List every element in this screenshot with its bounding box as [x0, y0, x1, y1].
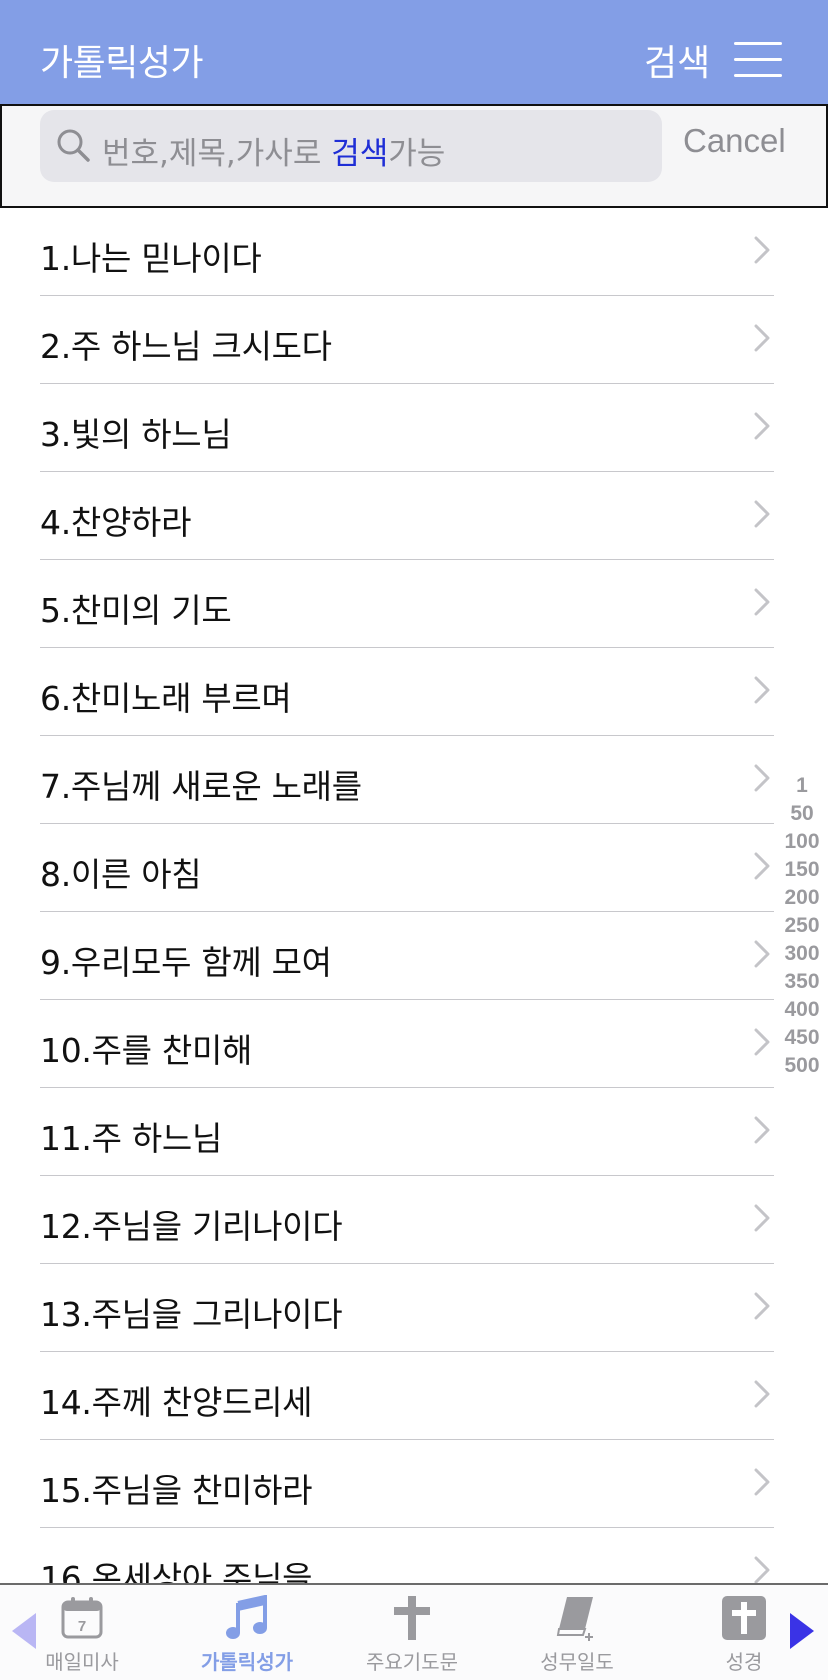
- search-input[interactable]: 번호,제목,가사로 검색가능: [40, 110, 662, 182]
- song-list-item[interactable]: 12.주님을 기리나이다: [0, 1176, 828, 1264]
- song-list-item[interactable]: 10.주를 찬미해: [0, 1000, 828, 1088]
- song-list-item[interactable]: 13.주님을 그리나이다: [0, 1264, 828, 1352]
- section-index-item[interactable]: 250: [780, 912, 824, 940]
- song-list-item[interactable]: 5.찬미의 기도: [0, 560, 828, 648]
- song-title: 4.찬양하라: [40, 503, 192, 542]
- song-list-item[interactable]: 4.찬양하라: [0, 472, 828, 560]
- song-title: 1.나는 믿나이다: [40, 239, 262, 278]
- song-list-item[interactable]: 15.주님을 찬미하라: [0, 1440, 828, 1528]
- song-list-item[interactable]: 9.우리모두 함께 모여: [0, 912, 828, 1000]
- section-index-item[interactable]: 450: [780, 1024, 824, 1052]
- app-title: 가톨릭성가: [40, 43, 204, 84]
- chevron-right-icon: [754, 1556, 770, 1583]
- hamburger-menu-icon[interactable]: [734, 40, 782, 80]
- song-title: 7.주님께 새로운 노래를: [40, 767, 362, 806]
- song-title: 6.찬미노래 부르며: [40, 679, 292, 718]
- chevron-right-icon: [754, 1204, 770, 1232]
- song-title: 5.찬미의 기도: [40, 591, 232, 630]
- chevron-right-icon: [754, 676, 770, 704]
- scroll-right-arrow-icon[interactable]: [790, 1613, 814, 1649]
- song-title: 16.온세상아 주님을: [40, 1559, 313, 1583]
- music-note-icon: [226, 1595, 267, 1639]
- placeholder-text-end: 가능: [388, 136, 446, 172]
- tab-label: 매일미사: [45, 1650, 119, 1674]
- section-index-item[interactable]: 200: [780, 884, 824, 912]
- song-list-item[interactable]: 14.주께 찬양드리세: [0, 1352, 828, 1440]
- song-title: 10.주를 찬미해: [40, 1031, 253, 1070]
- chevron-right-icon: [754, 500, 770, 528]
- tab-label: 가톨릭성가: [201, 1650, 293, 1674]
- song-title: 12.주님을 기리나이다: [40, 1207, 343, 1246]
- section-index-item[interactable]: 50: [780, 800, 824, 828]
- tab-label: 성경: [725, 1650, 763, 1674]
- song-title: 9.우리모두 함께 모여: [40, 943, 332, 982]
- chevron-right-icon: [754, 764, 770, 792]
- section-index-item[interactable]: 300: [780, 940, 824, 968]
- search-button[interactable]: 검색: [644, 34, 710, 86]
- search-bar: 번호,제목,가사로 검색가능 Cancel: [0, 104, 828, 208]
- song-list-item[interactable]: 1.나는 믿나이다: [0, 208, 828, 296]
- cancel-button[interactable]: Cancel: [683, 122, 786, 160]
- section-index[interactable]: 1 50 100 150 200 250 300 350 400 450 500: [780, 772, 824, 1080]
- top-navigation-bar: 가톨릭성가 검색: [0, 0, 828, 105]
- song-title: 13.주님을 그리나이다: [40, 1295, 343, 1334]
- tab-label: 주요기도문: [366, 1650, 458, 1674]
- cross-icon: [394, 1596, 430, 1640]
- tab-bible[interactable]: 성경: [684, 1593, 804, 1677]
- calendar-icon: 7: [61, 1597, 103, 1639]
- chevron-right-icon: [754, 1292, 770, 1320]
- song-title: 15.주님을 찬미하라: [40, 1471, 313, 1510]
- chevron-right-icon: [754, 940, 770, 968]
- book-icon: [556, 1597, 593, 1641]
- song-list-item[interactable]: 8.이른 아침: [0, 824, 828, 912]
- chevron-right-icon: [754, 1028, 770, 1056]
- chevron-right-icon: [754, 412, 770, 440]
- section-index-item[interactable]: 400: [780, 996, 824, 1024]
- song-list-item[interactable]: 3.빛의 하느님: [0, 384, 828, 472]
- song-title: 8.이른 아침: [40, 855, 202, 894]
- section-index-item[interactable]: 350: [780, 968, 824, 996]
- song-list-item[interactable]: 16.온세상아 주님을: [0, 1528, 828, 1583]
- tab-bar: 7 매일미사 가톨릭성가 주요기도문 성무일도 성경: [0, 1583, 828, 1680]
- tab-catholic-hymns[interactable]: 가톨릭성가: [187, 1593, 307, 1677]
- song-list-item[interactable]: 11.주 하느님: [0, 1088, 828, 1176]
- song-title: 11.주 하느님: [40, 1119, 223, 1158]
- tab-main-prayers[interactable]: 주요기도문: [352, 1593, 472, 1677]
- chevron-right-icon: [754, 324, 770, 352]
- song-title: 14.주께 찬양드리세: [40, 1383, 313, 1422]
- song-list-item[interactable]: 6.찬미노래 부르며: [0, 648, 828, 736]
- section-index-item[interactable]: 100: [780, 828, 824, 856]
- svg-text:7: 7: [78, 1618, 86, 1635]
- section-index-item[interactable]: 500: [780, 1052, 824, 1080]
- search-icon: [57, 129, 90, 162]
- search-placeholder: 번호,제목,가사로 검색가능: [102, 128, 445, 173]
- chevron-right-icon: [754, 236, 770, 264]
- tab-label: 성무일도: [540, 1650, 614, 1674]
- section-index-item[interactable]: 1: [780, 772, 824, 800]
- section-index-item[interactable]: 150: [780, 856, 824, 884]
- tab-liturgy-of-hours[interactable]: 성무일도: [517, 1593, 637, 1677]
- tab-daily-mass[interactable]: 7 매일미사: [22, 1593, 142, 1677]
- song-title: 2.주 하느님 크시도다: [40, 327, 332, 366]
- placeholder-text: 번호,제목,가사로: [102, 136, 332, 172]
- chevron-right-icon: [754, 1380, 770, 1408]
- placeholder-highlight: 검색: [331, 136, 389, 172]
- chevron-right-icon: [754, 588, 770, 616]
- bible-cross-icon: [722, 1596, 766, 1640]
- chevron-right-icon: [754, 1116, 770, 1144]
- chevron-right-icon: [754, 852, 770, 880]
- song-list: 1.나는 믿나이다 2.주 하느님 크시도다 3.빛의 하느님 4.찬양하라 5.찬미의…: [0, 208, 828, 1583]
- song-list-item[interactable]: 7.주님께 새로운 노래를: [0, 736, 828, 824]
- chevron-right-icon: [754, 1468, 770, 1496]
- song-list-item[interactable]: 2.주 하느님 크시도다: [0, 296, 828, 384]
- song-title: 3.빛의 하느님: [40, 415, 232, 454]
